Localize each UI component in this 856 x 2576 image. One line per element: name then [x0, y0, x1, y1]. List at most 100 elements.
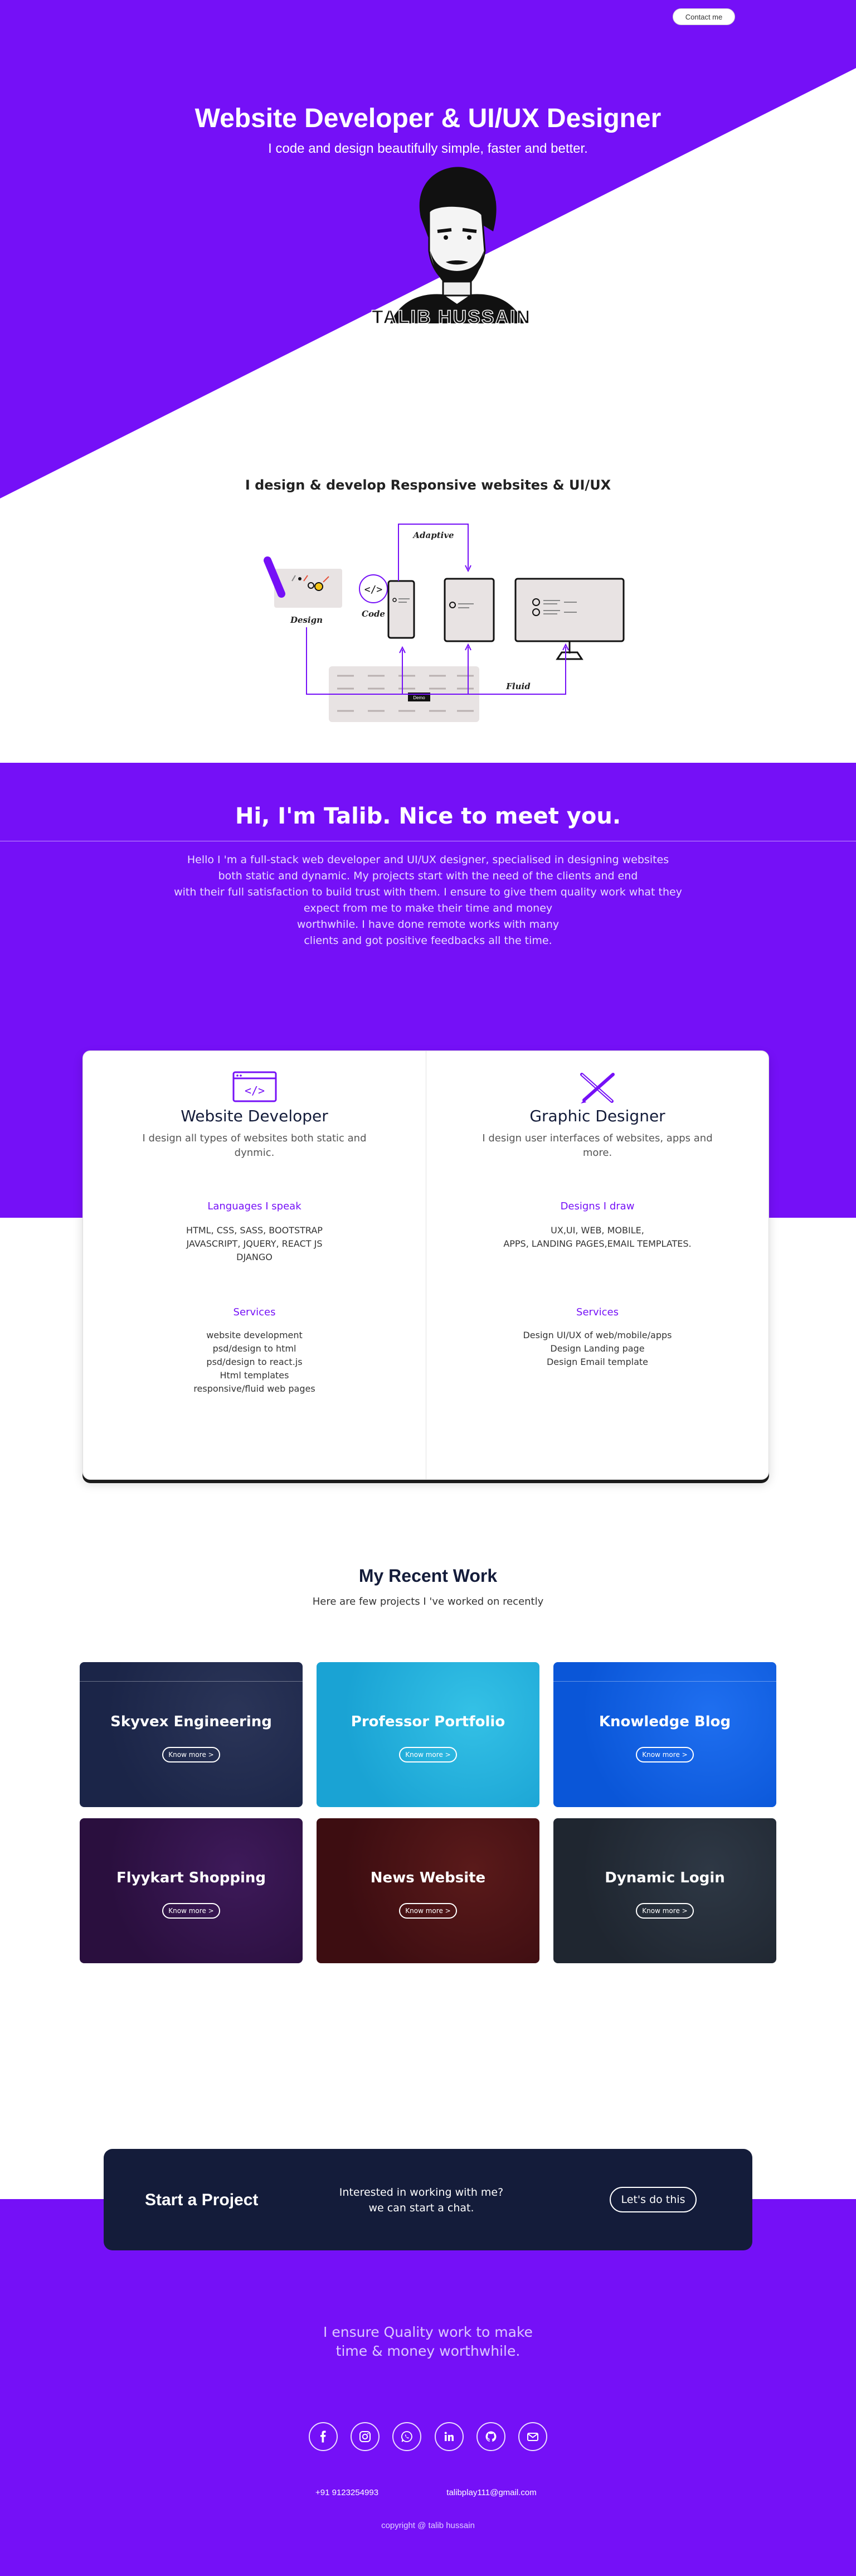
list-item: psd/design to html: [212, 1343, 296, 1354]
project-card-flyykart[interactable]: Flyykart Shopping Know more >: [80, 1818, 303, 1963]
list-item: website development: [206, 1330, 303, 1340]
cta-text-line: Interested in working with me?: [339, 2186, 504, 2199]
about-line: both static and dynamic. My projects sta…: [218, 870, 638, 882]
footer-quote-line: I ensure Quality work to make: [323, 2324, 533, 2340]
portrait-illustration: TALIB HUSSAIN: [371, 167, 531, 328]
instagram-icon[interactable]: [351, 2422, 380, 2451]
skill-designs-list: UX,UI, WEB, MOBILE, APPS, LANDING PAGES,…: [460, 1224, 734, 1251]
project-title: Skyvex Engineering: [110, 1713, 272, 1730]
facebook-icon[interactable]: [309, 2422, 338, 2451]
footer-phone[interactable]: +91 9123254993: [315, 2488, 378, 2497]
list-item: Design Email template: [546, 1357, 648, 1367]
social-links: [309, 2422, 547, 2451]
lets-do-this-button[interactable]: Let's do this: [610, 2187, 697, 2212]
cta-text-line: we can start a chat.: [368, 2202, 474, 2214]
skill-languages-heading: Languages I speak: [207, 1200, 301, 1212]
about-line: with their full satisfaction to build tr…: [174, 886, 682, 898]
responsive-design-diagram: Demo Design </> Code Adaptive Fluid: [264, 524, 625, 722]
list-item: psd/design to react.js: [206, 1357, 303, 1367]
recent-work-subtitle: Here are few projects I 've worked on re…: [312, 1596, 544, 1607]
project-title: Flyykart Shopping: [116, 1870, 266, 1886]
skill-services-heading: Services: [576, 1306, 619, 1318]
github-icon[interactable]: [476, 2422, 505, 2451]
list-item: APPS, LANDING PAGES,EMAIL TEMPLATES.: [503, 1238, 692, 1249]
recent-work-title: My Recent Work: [358, 1566, 498, 1586]
project-card-skyvex[interactable]: Skyvex Engineering Know more >: [80, 1662, 303, 1807]
whatsapp-icon[interactable]: [392, 2422, 422, 2451]
skill-description: I design all types of websites both stat…: [142, 1132, 367, 1159]
start-project-banner: Start a Project Interested in working wi…: [104, 2149, 752, 2250]
design-pad-illustration: [264, 556, 342, 608]
skill-column-developer: </> Website Developer I design all types…: [83, 1051, 426, 1479]
list-item: Design Landing page: [550, 1343, 645, 1354]
skill-services-list: Design UI/UX of web/mobile/apps Design L…: [460, 1329, 734, 1369]
skill-title: Graphic Designer: [529, 1107, 665, 1125]
list-item: Design UI/UX of web/mobile/apps: [523, 1330, 672, 1340]
list-item: DJANGO: [236, 1252, 273, 1262]
know-more-button[interactable]: Know more >: [162, 1747, 220, 1762]
know-more-button[interactable]: Know more >: [162, 1903, 220, 1919]
know-more-button[interactable]: Know more >: [636, 1747, 694, 1762]
footer-quote-line: time & money worthwhile.: [335, 2343, 521, 2359]
design-label: Design: [290, 615, 323, 625]
project-card-login[interactable]: Dynamic Login Know more >: [553, 1818, 776, 1963]
list-item: responsive/fluid web pages: [193, 1383, 315, 1394]
project-title: Professor Portfolio: [351, 1713, 505, 1730]
list-item: UX,UI, WEB, MOBILE,: [551, 1225, 644, 1236]
about-line: worthwhile. I have done remote works wit…: [296, 918, 560, 931]
pen-ruler-icon: [580, 1073, 615, 1103]
project-title: Knowledge Blog: [599, 1713, 731, 1730]
list-item: HTML, CSS, SASS, BOOTSTRAP: [186, 1225, 323, 1236]
about-title: Hi, I'm Talib. Nice to meet you.: [235, 803, 621, 829]
footer-email[interactable]: talibplay111@gmail.com: [446, 2488, 537, 2497]
about-line: clients and got positive feedbacks all t…: [304, 934, 552, 947]
about-line: expect from me to make their time and mo…: [303, 902, 553, 914]
skill-description: I design user interfaces of websites, ap…: [482, 1132, 713, 1159]
card-line: [553, 1681, 776, 1682]
code-window-icon: </>: [232, 1071, 276, 1102]
know-more-button[interactable]: Know more >: [399, 1747, 457, 1762]
skill-title: Website Developer: [181, 1107, 328, 1125]
hero-subtitle: I code and design beautifully simple, fa…: [268, 141, 588, 156]
skill-services-list: website development psd/design to html p…: [118, 1329, 392, 1396]
list-item: Html templates: [220, 1370, 289, 1381]
contact-me-button[interactable]: Contact me: [673, 8, 735, 25]
logo-text: TALIB HUSSAIN: [372, 307, 531, 328]
skill-designs-heading: Designs I draw: [560, 1200, 635, 1212]
list-item: JAVASCRIPT, JQUERY, REACT JS: [186, 1238, 323, 1249]
skill-column-designer: Graphic Designer I design user interface…: [426, 1051, 769, 1479]
know-more-button[interactable]: Know more >: [636, 1903, 694, 1919]
mail-icon[interactable]: [518, 2422, 547, 2451]
project-card-news[interactable]: News Website Know more >: [317, 1818, 539, 1963]
about-text: Hello I 'm a full-stack web developer an…: [162, 852, 694, 949]
code-badge-icon: </>: [359, 574, 388, 603]
diagram-heading: I design & develop Responsive websites &…: [245, 477, 611, 493]
tablet-illustration: [444, 578, 495, 642]
monitor-illustration: [514, 578, 625, 660]
skill-languages-list: HTML, CSS, SASS, BOOTSTRAP JAVASCRIPT, J…: [118, 1224, 392, 1264]
svg-text:</>: </>: [244, 1084, 264, 1097]
cta-title: Start a Project: [145, 2191, 259, 2209]
project-title: News Website: [370, 1870, 486, 1886]
skill-services-heading: Services: [233, 1306, 276, 1318]
fluid-label: Fluid: [505, 681, 531, 691]
hero-title: Website Developer & UI/UX Designer: [194, 104, 662, 133]
footer-copyright: copyright @ talib hussain: [381, 2521, 475, 2530]
demo-button-label: Demo: [413, 695, 425, 700]
footer-quote: I ensure Quality work to make time & mon…: [0, 2323, 856, 2361]
hero-section: Contact me Website Developer & UI/UX Des…: [0, 0, 856, 502]
linkedin-icon[interactable]: [434, 2422, 464, 2451]
project-card-blog[interactable]: Knowledge Blog Know more >: [553, 1662, 776, 1807]
skills-card: </> Website Developer I design all types…: [82, 1050, 769, 1480]
project-card-professor[interactable]: Professor Portfolio Know more >: [317, 1662, 539, 1807]
code-label: Code: [362, 609, 385, 619]
footer-section: [0, 2199, 856, 2576]
card-line: [80, 1681, 303, 1682]
know-more-button[interactable]: Know more >: [399, 1903, 457, 1919]
about-line: Hello I 'm a full-stack web developer an…: [187, 854, 669, 866]
adaptive-label: Adaptive: [412, 530, 454, 540]
project-title: Dynamic Login: [605, 1870, 725, 1886]
svg-text:</>: </>: [364, 584, 383, 595]
phone-illustration: [387, 580, 415, 639]
cta-text: Interested in working with me? we can st…: [338, 2185, 505, 2216]
